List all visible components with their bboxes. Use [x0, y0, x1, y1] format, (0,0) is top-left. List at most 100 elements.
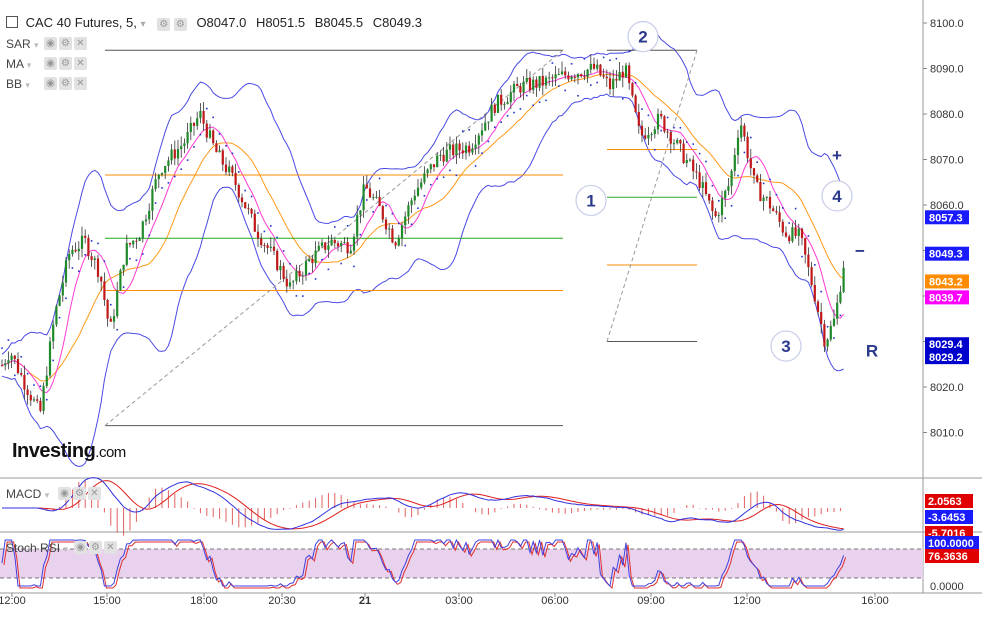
close-icon[interactable]: ✕	[74, 77, 87, 90]
sar-dot	[666, 116, 669, 119]
gear-icon[interactable]: ⚙	[73, 487, 86, 500]
candle-body	[272, 246, 276, 251]
eye-icon[interactable]: ◉	[74, 541, 87, 554]
candle-body	[61, 282, 64, 296]
indicator-bb-buttons: ◉ ⚙ ✕	[44, 77, 87, 90]
candle-body	[756, 175, 759, 182]
sar-dot	[468, 128, 470, 131]
close-icon[interactable]: ✕	[74, 37, 87, 50]
candle-body	[557, 74, 560, 76]
indicator-ma[interactable]: MA ▾	[6, 57, 31, 71]
settings-icon-2[interactable]: ⚙	[173, 18, 187, 31]
candle-body	[320, 242, 324, 246]
sar-dot	[474, 165, 477, 167]
sar-dot	[481, 152, 483, 154]
candle-body	[538, 75, 541, 88]
gear-icon[interactable]: ⚙	[89, 541, 102, 554]
gear-icon[interactable]: ⚙	[59, 37, 72, 50]
candle-body	[144, 219, 148, 222]
candle-body	[45, 375, 48, 386]
candle-body	[592, 63, 596, 69]
price-tag-label: 8049.3	[929, 249, 963, 261]
candle-body	[493, 104, 496, 113]
candle-body	[384, 219, 388, 230]
indicator-sar[interactable]: SAR ▾	[6, 37, 39, 51]
sar-dot	[743, 151, 746, 154]
chevron-down-icon[interactable]: ▾	[34, 40, 39, 50]
candle-body	[112, 316, 116, 322]
sar-dot	[97, 242, 99, 245]
candle-body	[468, 145, 471, 153]
logo-text: Investing	[12, 440, 96, 462]
eye-icon[interactable]: ◉	[44, 77, 57, 90]
macd-label[interactable]: MACD ▾	[6, 487, 49, 501]
close-icon[interactable]: ✕	[88, 487, 101, 500]
candle-body	[151, 189, 154, 211]
candle-body	[237, 184, 240, 198]
candle-body	[452, 144, 455, 156]
indicator-sar-buttons: ◉ ⚙ ✕	[44, 37, 87, 50]
candle-body	[128, 243, 132, 245]
indicator-bb[interactable]: BB ▾	[6, 77, 30, 91]
candle-body	[352, 236, 356, 251]
candle-body	[490, 104, 493, 122]
candle-body	[631, 83, 634, 96]
candle-body	[836, 302, 839, 319]
candle-body	[660, 113, 663, 117]
price-tag-label: 8029.4	[929, 339, 964, 351]
chevron-down-icon[interactable]: ▾	[27, 60, 32, 70]
stoch-label[interactable]: Stoch RSI ▾	[6, 541, 68, 555]
candle-body	[10, 355, 13, 361]
candle-body	[640, 125, 644, 136]
chart-root[interactable]: 8010.08020.08030.08040.08050.08060.08070…	[0, 0, 982, 617]
chevron-down-icon[interactable]: ▾	[63, 544, 68, 554]
candle-body	[333, 239, 336, 244]
eye-icon[interactable]: ◉	[44, 37, 57, 50]
candle-body	[573, 76, 576, 78]
gear-icon[interactable]: ⚙	[59, 57, 72, 70]
candle-body	[356, 214, 359, 237]
candle-body	[244, 202, 247, 209]
chevron-down-icon[interactable]: ▾	[45, 490, 50, 500]
candle-body	[516, 83, 519, 87]
sar-dot	[180, 168, 182, 171]
candle-body	[349, 250, 352, 254]
sar-dot	[442, 176, 445, 179]
candle-body	[231, 166, 234, 173]
sar-dot	[334, 226, 336, 228]
candle-body	[215, 143, 218, 153]
chart-canvas[interactable]: 8010.08020.08030.08040.08050.08060.08070…	[0, 0, 982, 617]
settings-icon[interactable]: ⚙	[157, 18, 171, 31]
close-icon[interactable]: ✕	[74, 57, 87, 70]
eye-icon[interactable]: ◉	[58, 487, 71, 500]
wave-label: 1	[586, 191, 595, 210]
close-icon[interactable]: ✕	[104, 541, 117, 554]
sar-dot	[327, 268, 330, 271]
sar-dot	[391, 212, 394, 215]
sar-dot	[654, 148, 656, 151]
candle-body	[160, 173, 164, 175]
candle-body	[189, 122, 192, 132]
candle-body	[599, 64, 602, 76]
candle-body	[426, 169, 429, 174]
candle-body	[416, 187, 420, 196]
chevron-down-icon[interactable]: ▾	[141, 19, 146, 30]
sar-dot	[756, 161, 758, 164]
candle-body	[413, 195, 416, 201]
candle-body	[717, 215, 720, 217]
candle-body	[535, 79, 538, 88]
candle-body	[228, 166, 231, 173]
sar-dot	[673, 126, 675, 129]
candle-body	[365, 184, 368, 189]
stoch-buttons: ◉ ⚙ ✕	[74, 541, 117, 554]
chevron-down-icon[interactable]: ▾	[25, 80, 30, 90]
sar-dot	[410, 223, 413, 226]
eye-icon[interactable]: ◉	[44, 57, 57, 70]
candle-body	[26, 389, 29, 395]
menu-icon[interactable]	[6, 16, 18, 28]
chart-title[interactable]: CAC 40 Futures, 5,	[26, 15, 137, 30]
candle-body	[570, 76, 573, 80]
fib-trend-line[interactable]	[606, 50, 698, 342]
wave-label: −	[855, 242, 865, 261]
gear-icon[interactable]: ⚙	[59, 77, 72, 90]
